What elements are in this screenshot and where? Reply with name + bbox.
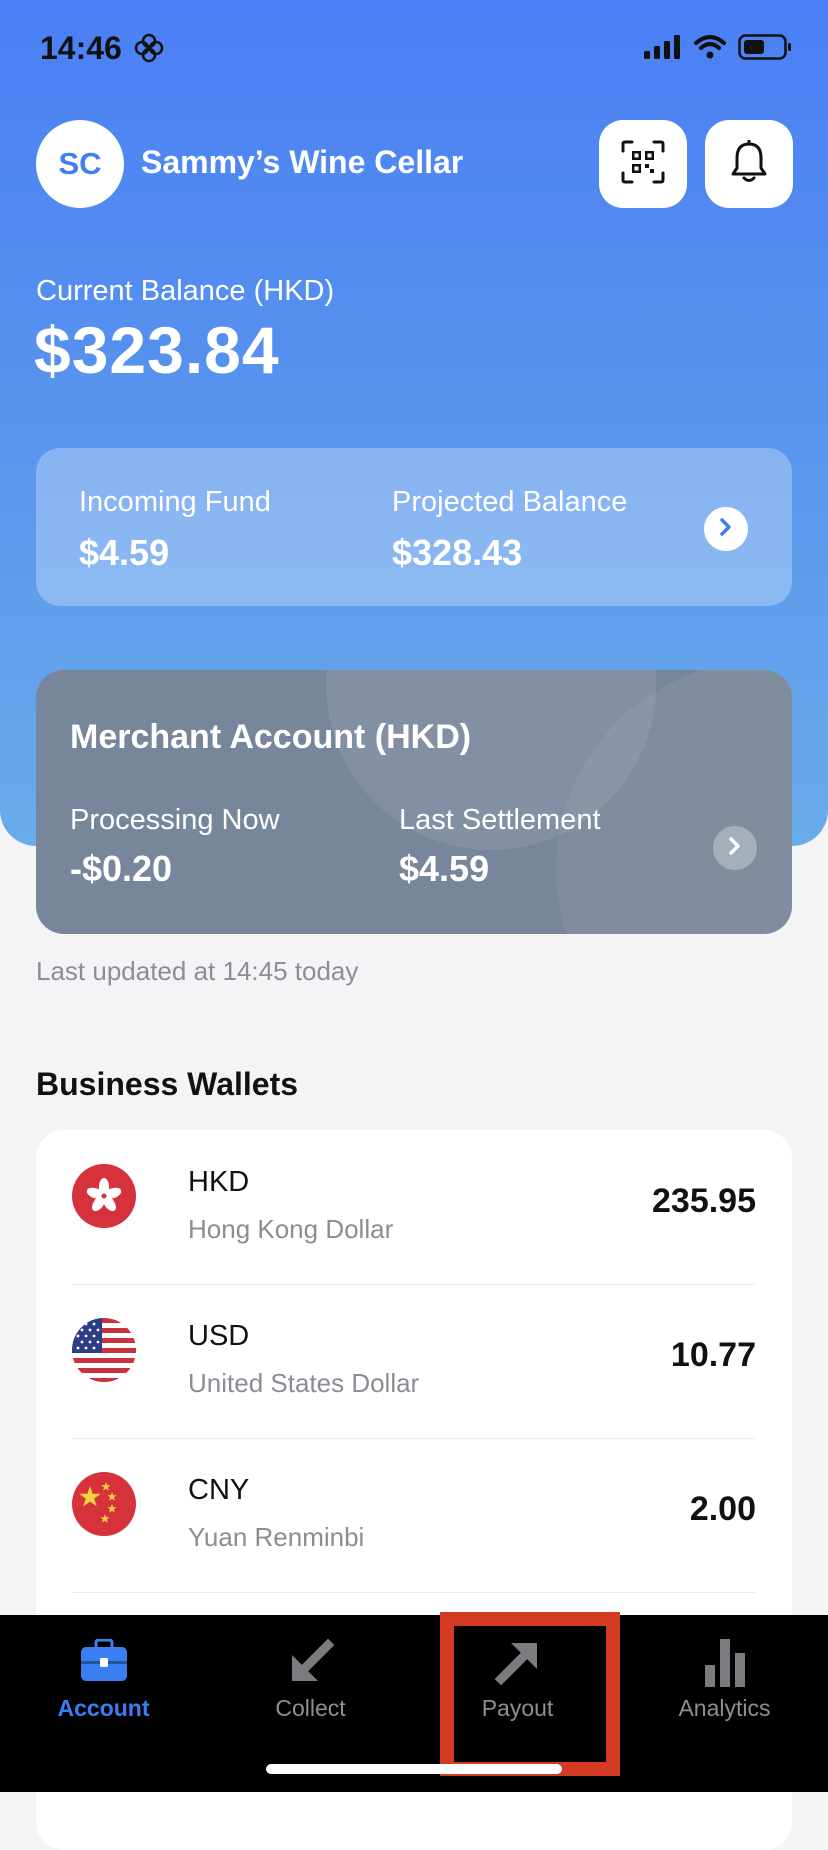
processing-now-value: -$0.20 [70,848,173,889]
incoming-fund-value: $4.59 [79,532,170,573]
wallet-currency-name: Yuan Renminbi [188,1522,365,1552]
merchant-account-details-button[interactable] [713,826,757,870]
fund-details-button[interactable] [704,507,748,551]
incoming-fund-label: Incoming Fund [79,486,271,518]
tab-analytics-label: Analytics [678,1695,771,1721]
merchant-account-card[interactable]: Merchant Account (HKD) Processing Now -$… [36,670,792,934]
projected-balance-label: Projected Balance [392,486,628,518]
wallet-currency-code: USD [188,1320,250,1352]
avatar[interactable]: SC [36,120,124,208]
chevron-right-icon [718,517,734,542]
signal-icon [644,35,682,64]
tab-account-label: Account [57,1695,150,1721]
projected-balance-value: $328.43 [392,532,523,573]
wallet-row-hkd[interactable]: HKD Hong Kong Dollar 235.95 [72,1130,756,1285]
flower-icon [134,33,164,68]
payout-highlight-box [440,1612,620,1776]
processing-now-label: Processing Now [70,804,280,836]
chevron-right-icon [727,836,743,861]
current-balance-label: Current Balance (HKD) [36,275,335,307]
wallet-amount: 10.77 [670,1336,756,1374]
wallet-row-cny[interactable]: CNY Yuan Renminbi 2.00 [72,1438,756,1593]
merchant-account-title: Merchant Account (HKD) [70,718,472,756]
tab-analytics[interactable]: Analytics [621,1615,828,1755]
briefcase-icon [80,1638,128,1688]
bell-icon [729,139,769,189]
wallet-amount: 2.00 [689,1490,756,1528]
wallet-amount: 235.95 [652,1182,756,1220]
tab-collect-label: Collect [275,1695,346,1721]
current-balance-amount: $323.84 [34,313,280,387]
tab-account[interactable]: Account [0,1615,207,1755]
business-wallets-title: Business Wallets [36,1066,299,1102]
us-flag-icon [72,1318,136,1382]
cn-flag-icon [72,1472,136,1536]
last-updated-text: Last updated at 14:45 today [36,956,359,986]
last-settlement-value: $4.59 [399,848,490,889]
merchant-name[interactable]: Sammy’s Wine Cellar [141,144,463,181]
wallet-currency-code: CNY [188,1474,250,1506]
tab-collect[interactable]: Collect [207,1615,414,1755]
home-indicator [266,1764,562,1774]
wallet-currency-name: United States Dollar [188,1368,420,1398]
wallet-currency-code: HKD [188,1166,250,1198]
status-icons [644,34,792,65]
hk-flag-icon [72,1164,136,1228]
status-time: 14:46 [40,30,122,66]
notifications-button[interactable] [705,120,793,208]
wallet-currency-name: Hong Kong Dollar [188,1214,394,1244]
wifi-icon [694,35,726,64]
fund-summary-card[interactable]: Incoming Fund $4.59 Projected Balance $3… [36,448,792,606]
bar-chart-icon [704,1639,745,1692]
battery-icon [738,34,792,65]
arrow-down-left-icon [288,1638,334,1690]
wallet-row-usd[interactable]: USD United States Dollar 10.77 [72,1284,756,1439]
qr-scan-button[interactable] [599,120,687,208]
last-settlement-label: Last Settlement [399,804,601,836]
qr-code-icon [621,140,665,189]
